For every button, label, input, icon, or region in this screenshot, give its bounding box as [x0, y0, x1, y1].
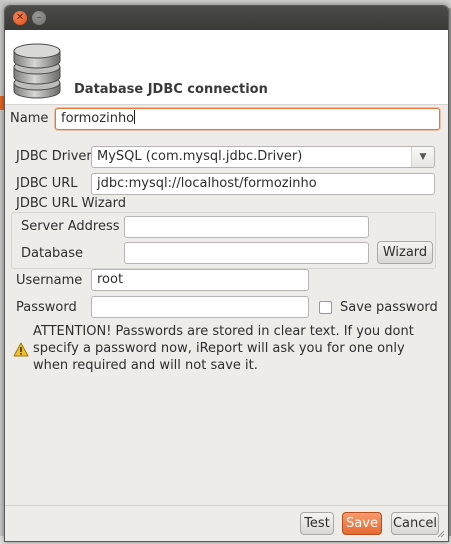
- cancel-button[interactable]: Cancel: [391, 512, 439, 535]
- password-input[interactable]: [91, 296, 309, 318]
- dialog-title: Database JDBC connection: [74, 82, 268, 97]
- name-label: Name: [10, 111, 49, 126]
- jdbc-url-value: jdbc:mysql://localhost/formozinho: [97, 176, 317, 191]
- password-warning-text: ATTENTION! Passwords are stored in clear…: [33, 324, 414, 373]
- username-value: root: [97, 272, 124, 287]
- dialog-header: Database JDBC connection: [5, 30, 448, 105]
- jdbc-url-label: JDBC URL: [16, 176, 78, 191]
- wizard-button[interactable]: Wizard: [377, 241, 433, 264]
- test-button[interactable]: Test: [300, 512, 334, 535]
- username-label: Username: [16, 273, 83, 288]
- save-button[interactable]: Save: [342, 512, 382, 535]
- save-password-checkbox[interactable]: [319, 301, 332, 314]
- jdbc-driver-value: MySQL (com.mysql.jdbc.Driver): [97, 149, 303, 164]
- database-input[interactable]: [124, 242, 369, 264]
- save-password-label[interactable]: Save password: [340, 300, 438, 315]
- password-label: Password: [16, 300, 77, 315]
- warning-icon: [13, 342, 29, 357]
- jdbc-driver-select[interactable]: MySQL (com.mysql.jdbc.Driver) ▼: [91, 146, 435, 168]
- chevron-down-icon[interactable]: ▼: [411, 147, 434, 167]
- jdbc-driver-label: JDBC Driver: [16, 149, 92, 164]
- database-label: Database: [21, 246, 84, 261]
- minimize-icon[interactable]: –: [32, 11, 46, 25]
- close-icon[interactable]: ✕: [13, 11, 27, 25]
- server-address-label: Server Address: [21, 219, 120, 234]
- database-icon: [13, 43, 61, 99]
- jdbc-connection-dialog: ✕ – Database JDBC connection Name formoz…: [4, 5, 449, 542]
- text-caret: [134, 110, 136, 124]
- name-value: formozinho: [61, 111, 135, 126]
- username-input[interactable]: root: [91, 269, 309, 291]
- server-address-input[interactable]: [124, 216, 369, 238]
- title-bar[interactable]: ✕ –: [5, 6, 448, 30]
- name-input[interactable]: formozinho: [55, 108, 440, 130]
- footer-divider: [5, 505, 448, 506]
- jdbc-url-input[interactable]: jdbc:mysql://localhost/formozinho: [91, 173, 435, 195]
- jdbc-url-wizard-label: JDBC URL Wizard: [16, 196, 130, 211]
- resize-grip-icon[interactable]: [435, 528, 445, 538]
